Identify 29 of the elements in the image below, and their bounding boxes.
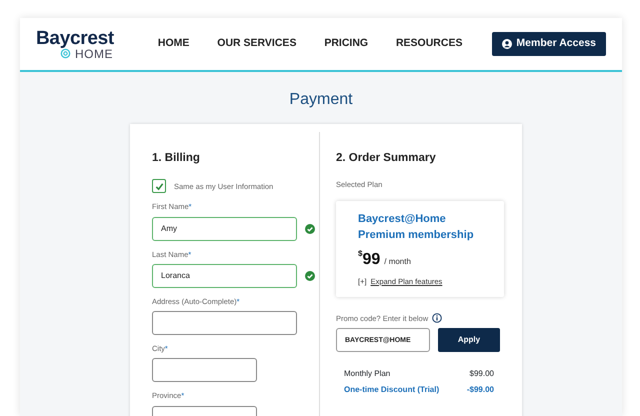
section-heading: 1. Billing (152, 151, 201, 166)
plan-price: $99 (358, 248, 380, 270)
logo-text[interactable]: Baycrest (36, 28, 120, 48)
nav-link[interactable]: OUR SERVICES (217, 36, 296, 52)
member-access-button[interactable]: Member Access (492, 32, 606, 56)
plan-name: Baycrest@Home (358, 212, 447, 226)
line-item-label: One-time Discount (Trial) (344, 384, 440, 396)
price-period: / month (384, 256, 411, 268)
input-field[interactable]: Amy (152, 216, 297, 240)
check-circle-icon (305, 224, 315, 234)
line-item-label: Monthly Plan (344, 368, 390, 380)
plan-subtitle: Premium membership (358, 228, 475, 243)
line-item-amount: -$99.00 (466, 384, 494, 396)
checkbox[interactable] (152, 179, 166, 194)
nav-link[interactable]: HOME (158, 36, 190, 52)
page-title: Payment (288, 90, 354, 110)
logo-subtext: HOME (75, 48, 113, 60)
section-heading: 2. Order Summary (336, 151, 437, 166)
input-field[interactable]: Loranca (152, 264, 297, 288)
apply-button[interactable]: Apply (438, 328, 500, 352)
checkmark-icon (154, 182, 164, 191)
user-icon (502, 39, 512, 49)
line-item-amount: $99.00 (470, 368, 494, 380)
input-field[interactable] (152, 358, 257, 382)
nav-link[interactable]: RESOURCES (396, 36, 462, 52)
input-field[interactable] (152, 311, 297, 335)
check-circle-icon (305, 270, 315, 281)
info-icon[interactable] (432, 313, 442, 324)
nav-link[interactable]: PRICING (324, 36, 368, 52)
